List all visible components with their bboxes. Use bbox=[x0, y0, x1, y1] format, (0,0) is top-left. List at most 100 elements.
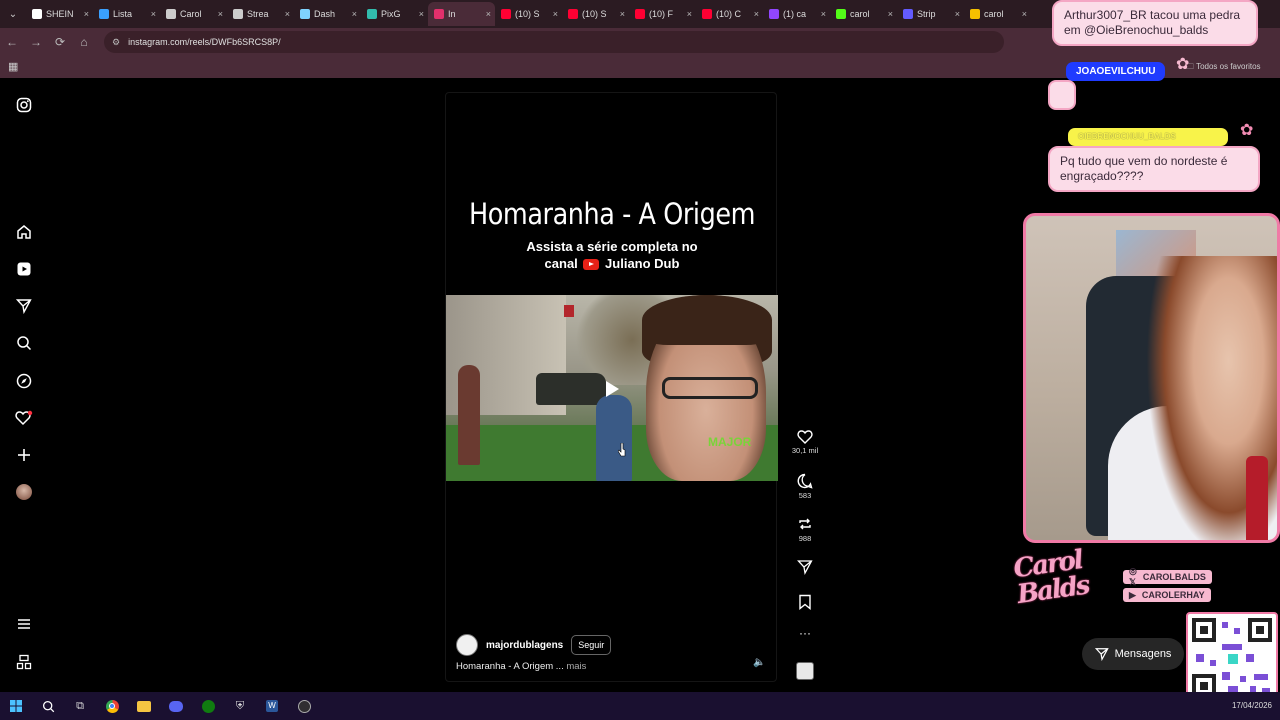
browser-tab[interactable]: Strea × bbox=[227, 2, 294, 26]
qr-code-pattern bbox=[1192, 618, 1272, 698]
create-plus-icon[interactable] bbox=[14, 445, 34, 465]
reel-video-frame[interactable]: MAJOR bbox=[446, 295, 778, 481]
youtube-icon: ▶ bbox=[1129, 589, 1136, 600]
repost-button[interactable]: 988 bbox=[790, 516, 820, 543]
apps-grid-icon[interactable]: ▦ bbox=[8, 60, 18, 73]
tab-favicon-icon bbox=[300, 9, 310, 19]
notifications-heart-icon[interactable] bbox=[14, 408, 34, 428]
messages-nav-icon[interactable] bbox=[14, 296, 34, 316]
tab-label: (1) ca bbox=[783, 9, 807, 19]
share-button[interactable] bbox=[790, 559, 820, 575]
like-button[interactable]: 30,1 mil bbox=[790, 430, 820, 455]
tab-close-icon[interactable]: × bbox=[955, 9, 960, 19]
tab-close-icon[interactable]: × bbox=[553, 9, 558, 19]
instagram-sidebar bbox=[0, 78, 48, 692]
more-options-icon[interactable]: ··· bbox=[790, 626, 820, 640]
author-avatar[interactable] bbox=[456, 634, 478, 656]
tab-close-icon[interactable]: × bbox=[888, 9, 893, 19]
browser-tab[interactable]: Carol × bbox=[160, 2, 227, 26]
site-info-icon[interactable]: ⚙ bbox=[112, 37, 120, 48]
explore-nav-icon[interactable] bbox=[14, 371, 34, 391]
tab-close-icon[interactable]: × bbox=[821, 9, 826, 19]
tab-close-icon[interactable]: × bbox=[1022, 9, 1027, 19]
browser-tab[interactable]: Strip × bbox=[897, 2, 964, 26]
discord-icon[interactable] bbox=[160, 692, 192, 720]
task-view-icon[interactable]: ⧉ bbox=[64, 692, 96, 720]
flower-icon-2: ✿ bbox=[1240, 122, 1254, 139]
browser-tab[interactable]: (10) S × bbox=[495, 2, 562, 26]
file-explorer-icon[interactable] bbox=[128, 692, 160, 720]
tab-close-icon[interactable]: × bbox=[218, 9, 223, 19]
follow-button[interactable]: Seguir bbox=[571, 635, 612, 655]
reels-nav-icon[interactable] bbox=[14, 259, 34, 279]
tab-close-icon[interactable]: × bbox=[486, 9, 491, 19]
browser-tab[interactable]: (1) ca × bbox=[763, 2, 830, 26]
tab-favicon-icon bbox=[836, 9, 846, 19]
comment-button[interactable]: 583 bbox=[790, 473, 820, 500]
caption-text: Homaranha - A Origem ... bbox=[456, 661, 564, 672]
url-field[interactable]: ⚙ instagram.com/reels/DWFb6SRCS8P/ bbox=[104, 31, 1004, 53]
also-from-meta-icon[interactable] bbox=[14, 652, 34, 672]
windows-start-icon[interactable] bbox=[0, 692, 32, 720]
browser-tab[interactable]: (10) S × bbox=[562, 2, 629, 26]
browser-tab[interactable]: (10) F × bbox=[629, 2, 696, 26]
browser-tab[interactable]: PixG × bbox=[361, 2, 428, 26]
messages-button[interactable]: Mensagens bbox=[1082, 638, 1184, 670]
word-icon[interactable]: W bbox=[256, 692, 288, 720]
tab-close-icon[interactable]: × bbox=[84, 9, 89, 19]
home-nav-icon[interactable] bbox=[14, 222, 34, 242]
taskbar-search-icon[interactable] bbox=[32, 692, 64, 720]
audio-thumbnail[interactable] bbox=[796, 662, 814, 680]
tab-favicon-icon bbox=[970, 9, 980, 19]
subtitle-channel: Juliano Dub bbox=[605, 256, 680, 271]
social-handle-1: ◎ 𝕏 CAROLBALDS bbox=[1123, 566, 1212, 587]
tab-favicon-icon bbox=[903, 9, 913, 19]
qr-code bbox=[1186, 612, 1278, 704]
reel-card[interactable]: Homaranha - A Origem Assista a série com… bbox=[445, 92, 778, 682]
browser-tab[interactable]: Lista × bbox=[93, 2, 160, 26]
tab-close-icon[interactable]: × bbox=[754, 9, 759, 19]
back-icon[interactable]: ← bbox=[0, 35, 24, 49]
chrome-taskbar-icon[interactable] bbox=[96, 692, 128, 720]
tab-label: carol bbox=[850, 9, 870, 19]
instagram-logo-icon[interactable] bbox=[14, 95, 34, 115]
browser-tab[interactable]: In × bbox=[428, 2, 495, 26]
caption-more-link[interactable]: mais bbox=[566, 661, 586, 672]
comment-count: 583 bbox=[798, 491, 812, 500]
instagram-x-icon: ◎ 𝕏 bbox=[1129, 566, 1137, 587]
mute-speaker-icon[interactable]: 🔈 bbox=[753, 657, 765, 668]
save-button[interactable] bbox=[790, 594, 820, 610]
browser-tab[interactable]: (10) C × bbox=[696, 2, 763, 26]
chat-bubble-3: Pq tudo que vem do nordeste é engraçado?… bbox=[1048, 146, 1260, 192]
forward-icon[interactable]: → bbox=[24, 35, 48, 49]
browser-tab[interactable]: SHEIN × bbox=[26, 2, 93, 26]
play-icon[interactable] bbox=[606, 381, 619, 397]
tab-favicon-icon bbox=[166, 9, 176, 19]
comment-icon bbox=[797, 473, 813, 489]
tab-close-icon[interactable]: × bbox=[419, 9, 424, 19]
xbox-icon[interactable] bbox=[192, 692, 224, 720]
profile-avatar[interactable] bbox=[14, 482, 34, 502]
tab-close-icon[interactable]: × bbox=[687, 9, 692, 19]
tab-close-icon[interactable]: × bbox=[285, 9, 290, 19]
browser-tab[interactable]: carol × bbox=[964, 2, 1031, 26]
browser-tab[interactable]: Dash × bbox=[294, 2, 361, 26]
browser-tab[interactable]: carol × bbox=[830, 2, 897, 26]
tab-favicon-icon bbox=[367, 9, 377, 19]
reload-icon[interactable]: ⟳ bbox=[48, 35, 72, 49]
tab-close-icon[interactable]: × bbox=[151, 9, 156, 19]
tab-close-icon[interactable]: × bbox=[352, 9, 357, 19]
home-icon[interactable]: ⌂ bbox=[72, 35, 96, 49]
tab-favicon-icon bbox=[702, 9, 712, 19]
tab-search-chevron-icon[interactable]: ⌄ bbox=[0, 0, 26, 28]
more-menu-icon[interactable] bbox=[14, 614, 34, 634]
tab-close-icon[interactable]: × bbox=[620, 9, 625, 19]
obs-icon[interactable] bbox=[288, 692, 320, 720]
reel-author-row: majordublagens Seguir bbox=[456, 634, 612, 656]
vpn-shield-icon[interactable]: ⛨ bbox=[224, 692, 256, 720]
search-nav-icon[interactable] bbox=[14, 333, 34, 353]
reel-caption[interactable]: Homaranha - A Origem ... mais bbox=[456, 661, 586, 672]
share-icon bbox=[797, 560, 813, 575]
all-bookmarks-folder[interactable]: 🗀 Todos os favoritos bbox=[1186, 61, 1261, 75]
author-name[interactable]: majordublagens bbox=[486, 640, 563, 651]
